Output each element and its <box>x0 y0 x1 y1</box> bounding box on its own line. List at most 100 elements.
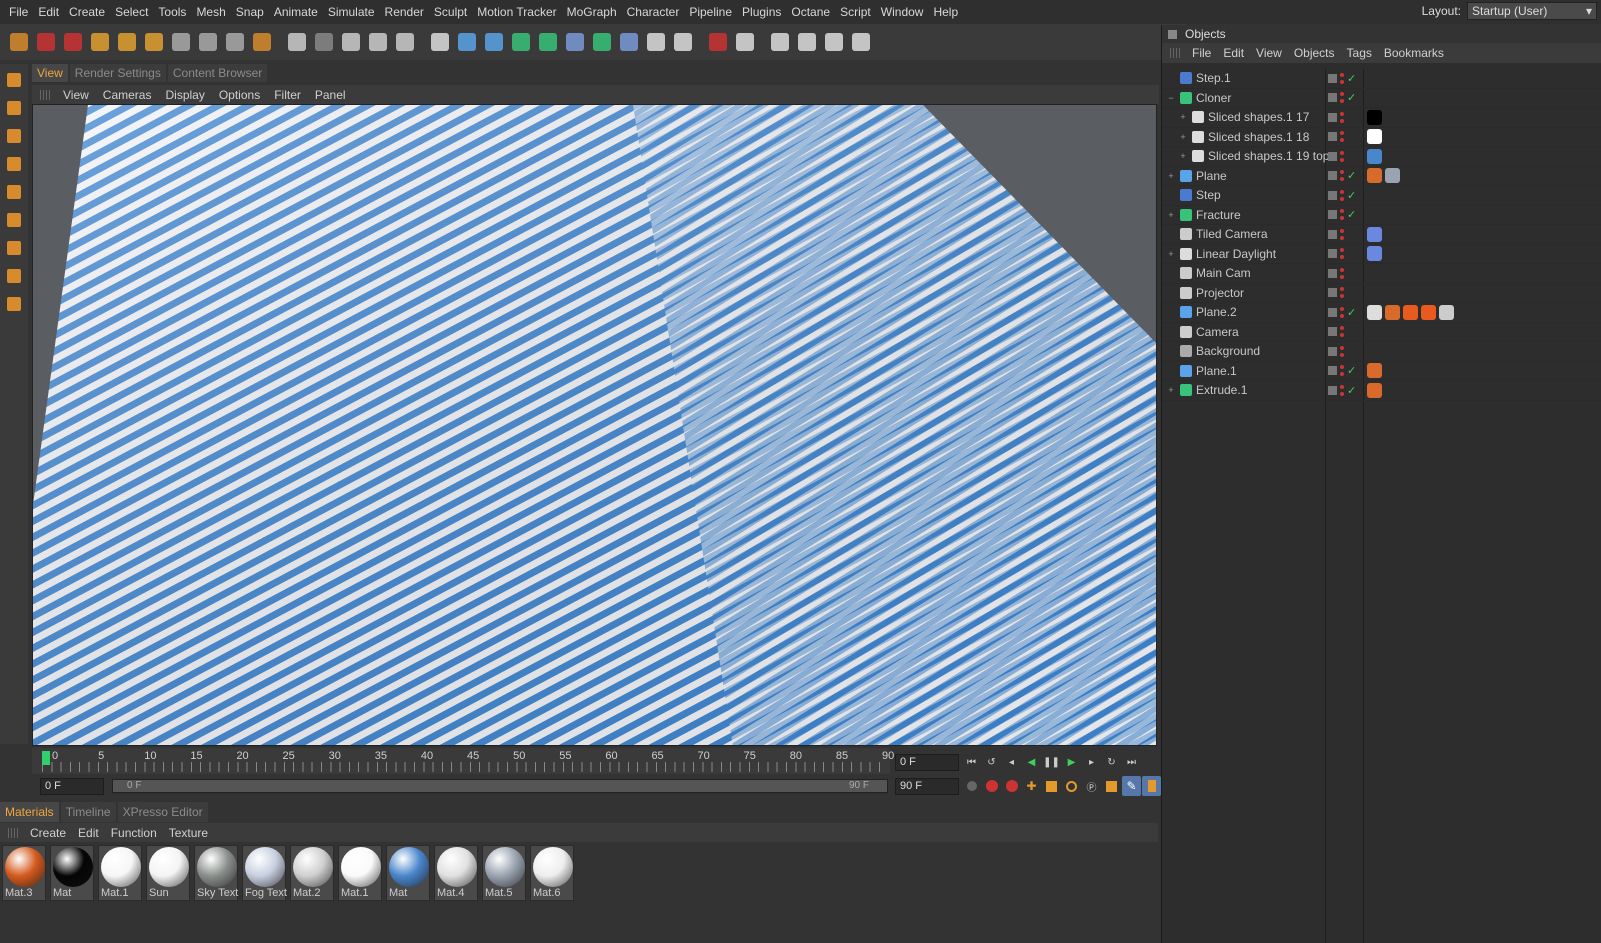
tag-icon[interactable] <box>1367 148 1382 164</box>
3d-viewport[interactable] <box>32 104 1157 746</box>
expand-toggle-icon[interactable] <box>1166 346 1176 356</box>
object-row[interactable]: + Extrude.1 ✓ <box>1162 381 1601 401</box>
tab-xpresso-editor[interactable]: XPresso Editor <box>117 802 208 822</box>
object-row[interactable]: Tiled Camera <box>1162 225 1601 245</box>
object-name[interactable]: Step.1 <box>1196 71 1231 85</box>
previous-frame-icon[interactable]: ◂ <box>1002 752 1021 772</box>
x-axis-button[interactable] <box>168 29 193 55</box>
layer-icon[interactable] <box>1328 171 1337 181</box>
polygons-mode-button[interactable] <box>2 208 26 232</box>
playhead[interactable] <box>42 751 50 765</box>
object-row[interactable]: Plane.1 ✓ <box>1162 362 1601 381</box>
preview-range-slider[interactable]: 0 F 90 F <box>112 779 888 793</box>
layer-icon[interactable] <box>1328 73 1337 83</box>
layout-dropdown[interactable]: Startup (User) <box>1467 2 1597 20</box>
rotate-button[interactable] <box>141 29 166 55</box>
object-name[interactable]: Plane.2 <box>1196 305 1237 319</box>
texture-mode-button[interactable] <box>2 124 26 148</box>
y-axis-button[interactable] <box>195 29 220 55</box>
visibility-dots-icon[interactable] <box>1340 365 1344 377</box>
expand-toggle-icon[interactable]: + <box>1178 151 1188 161</box>
object-row[interactable]: + Sliced shapes.1 19 top <box>1162 147 1601 167</box>
cloner-button[interactable] <box>535 29 560 55</box>
object-row[interactable]: Background <box>1162 342 1601 362</box>
expand-toggle-icon[interactable] <box>1166 190 1176 200</box>
subdivision-button[interactable] <box>508 29 533 55</box>
menu-script[interactable]: Script <box>835 0 876 24</box>
menu-help[interactable]: Help <box>928 0 963 24</box>
object-row[interactable]: Main Cam <box>1162 264 1601 284</box>
material-swatch[interactable]: Fog Text <box>242 845 287 901</box>
visibility-dots-icon[interactable] <box>1340 248 1344 260</box>
floor-button[interactable] <box>616 29 641 55</box>
start-frame-field[interactable]: 0 F <box>40 778 104 795</box>
cube-button[interactable] <box>454 29 479 55</box>
tag-icon[interactable] <box>1403 304 1418 320</box>
material-swatch[interactable]: Mat.3 <box>2 845 46 901</box>
object-name[interactable]: Fracture <box>1196 208 1241 222</box>
object-name[interactable]: Step <box>1196 188 1221 202</box>
edit-render-settings-button[interactable] <box>365 29 390 55</box>
next-key-icon[interactable]: ↻ <box>1102 752 1121 772</box>
material-menu-create[interactable]: Create <box>24 826 72 840</box>
object-row[interactable]: − Cloner ✓ <box>1162 89 1601 108</box>
layer-icon[interactable] <box>1328 327 1337 337</box>
object-menu-file[interactable]: File <box>1186 46 1217 60</box>
enabled-check-icon[interactable]: ✓ <box>1347 91 1356 104</box>
layer-icon[interactable] <box>1328 307 1337 317</box>
material-swatch[interactable]: Mat.2 <box>290 845 334 901</box>
menu-create[interactable]: Create <box>64 0 110 24</box>
visibility-dots-icon[interactable] <box>1340 170 1344 182</box>
autokey-icon[interactable] <box>1002 776 1021 796</box>
render-region-button[interactable] <box>311 29 336 55</box>
tag-icon[interactable] <box>1367 226 1382 242</box>
material-swatch[interactable]: Mat.1 <box>338 845 382 901</box>
visibility-dots-icon[interactable] <box>1340 150 1344 162</box>
expand-toggle-icon[interactable]: + <box>1166 210 1176 220</box>
tag-icon[interactable] <box>1367 168 1382 184</box>
previous-key-icon[interactable]: ↺ <box>982 752 1001 772</box>
coordinate-system-button[interactable] <box>249 29 274 55</box>
visibility-dots-icon[interactable] <box>1340 306 1344 318</box>
object-row[interactable]: + Fracture ✓ <box>1162 206 1601 225</box>
layer-icon[interactable] <box>1328 112 1337 122</box>
material-swatch[interactable]: Sky Text <box>194 845 238 901</box>
object-name[interactable]: Sliced shapes.1 19 top <box>1208 149 1329 163</box>
layer-icon[interactable] <box>1328 268 1337 278</box>
make-editable-button[interactable] <box>2 68 26 92</box>
next-frame-icon[interactable]: ▸ <box>1082 752 1101 772</box>
viewport-menu-options[interactable]: Options <box>212 88 267 102</box>
menu-render[interactable]: Render <box>380 0 429 24</box>
material-swatch[interactable]: Mat.4 <box>434 845 478 901</box>
expand-toggle-icon[interactable]: + <box>1178 112 1188 122</box>
live-selection-button[interactable] <box>33 29 58 55</box>
material-swatch[interactable]: Mat.1 <box>98 845 142 901</box>
enabled-check-icon[interactable]: ✓ <box>1347 72 1356 85</box>
enable-axis-button[interactable] <box>2 236 26 260</box>
layer-icon[interactable] <box>1328 93 1337 103</box>
material-menu-function[interactable]: Function <box>105 826 163 840</box>
menu-window[interactable]: Window <box>876 0 929 24</box>
expand-toggle-icon[interactable]: + <box>1166 171 1176 181</box>
tag-icon[interactable] <box>1367 304 1382 320</box>
null-object-button[interactable] <box>427 29 452 55</box>
expand-toggle-icon[interactable] <box>1166 288 1176 298</box>
material-menu-edit[interactable]: Edit <box>72 826 105 840</box>
go-to-start-icon[interactable]: ⏮ <box>962 752 981 772</box>
tab-materials[interactable]: Materials <box>0 802 59 822</box>
expand-toggle-icon[interactable] <box>1166 307 1176 317</box>
object-menu-tags[interactable]: Tags <box>1341 46 1378 60</box>
model-mode-button[interactable] <box>2 96 26 120</box>
enabled-check-icon[interactable]: ✓ <box>1347 364 1356 377</box>
object-row[interactable]: Camera <box>1162 323 1601 342</box>
tab-content-browser[interactable]: Content Browser <box>167 64 268 82</box>
menu-edit[interactable]: Edit <box>33 0 64 24</box>
viewport-menu-panel[interactable]: Panel <box>308 88 353 102</box>
layer-icon[interactable] <box>1328 132 1337 142</box>
object-name[interactable]: Extrude.1 <box>1196 383 1247 397</box>
lasso-button[interactable] <box>60 29 85 55</box>
menu-pipeline[interactable]: Pipeline <box>684 0 737 24</box>
back-arrow-button[interactable] <box>821 29 846 55</box>
object-row[interactable]: + Sliced shapes.1 18 <box>1162 128 1601 147</box>
menu-sculpt[interactable]: Sculpt <box>429 0 472 24</box>
